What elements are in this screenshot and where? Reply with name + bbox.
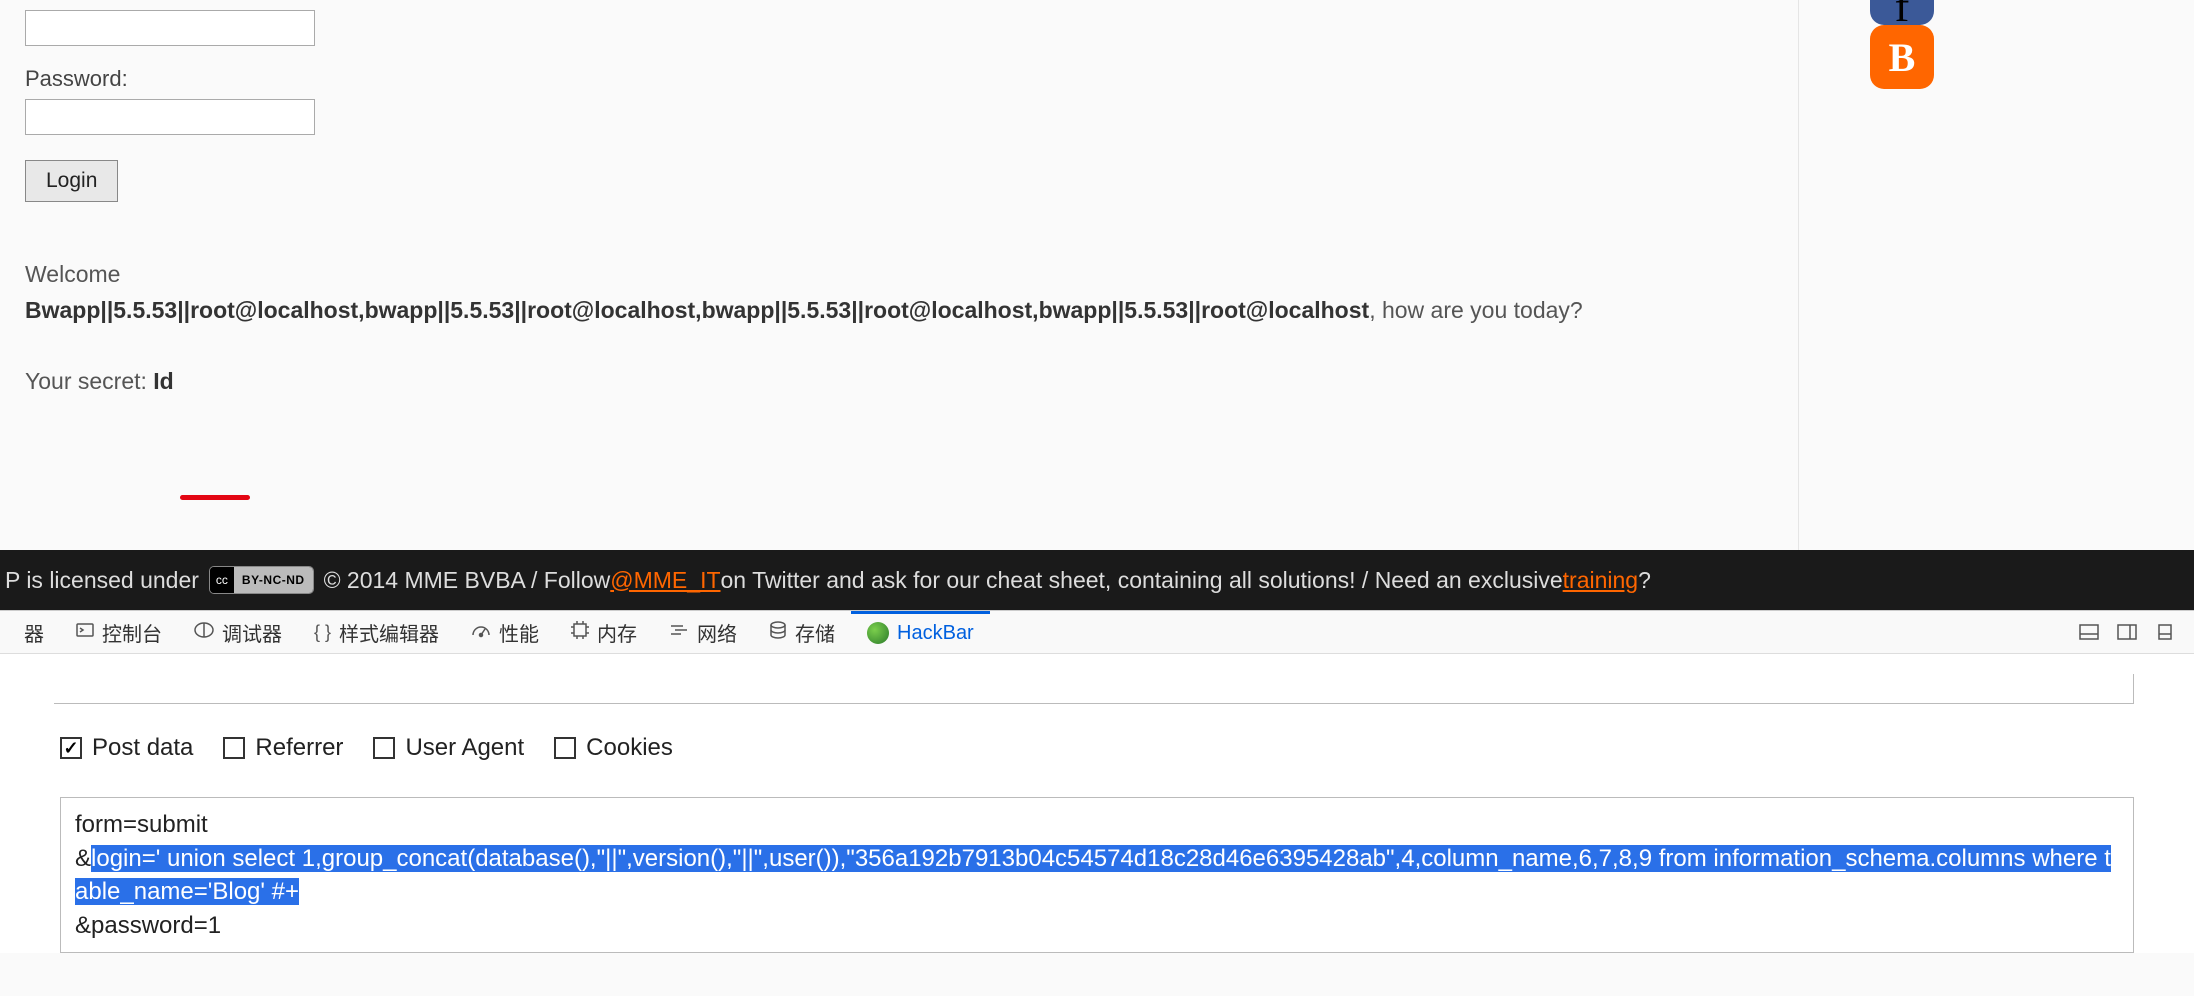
postdata-checkbox[interactable] <box>60 737 82 759</box>
dock-side-icon[interactable] <box>2116 621 2138 643</box>
tab-debugger[interactable]: 调试器 <box>178 611 298 653</box>
tab-console[interactable]: 控制台 <box>60 611 178 653</box>
cookies-option[interactable]: Cookies <box>554 734 673 762</box>
tab-hackbar[interactable]: HackBar <box>851 611 990 653</box>
tab-memory[interactable]: 内存 <box>555 611 653 653</box>
login-form: Password: Login <box>25 0 2169 202</box>
facebook-glyph: f <box>1895 0 1910 13</box>
cookies-checkbox[interactable] <box>554 737 576 759</box>
storage-label: 存储 <box>795 618 835 647</box>
storage-icon <box>769 621 787 644</box>
tab-style-editor[interactable]: { } 样式编辑器 <box>298 611 455 653</box>
devtools-right-icons <box>2078 621 2186 643</box>
main-content: Password: Login Welcome Bwapp||5.5.53||r… <box>0 0 2194 550</box>
payload-textarea[interactable]: form=submit &login=' union select 1,grou… <box>60 797 2134 953</box>
debugger-icon <box>194 622 214 643</box>
referrer-option[interactable]: Referrer <box>223 734 343 762</box>
secret-underline <box>180 495 250 500</box>
dock-small-icon[interactable] <box>2154 621 2176 643</box>
payload-line2-pre: & <box>75 845 91 872</box>
style-icon: { } <box>314 622 331 643</box>
useragent-checkbox[interactable] <box>373 737 395 759</box>
welcome-post: , how are you today? <box>1369 297 1583 323</box>
footer-text4: ? <box>1638 567 1651 594</box>
login-input[interactable] <box>25 10 315 46</box>
postdata-label: Post data <box>92 734 193 762</box>
perf-label: 性能 <box>499 618 539 647</box>
cc-badge: cc BY-NC-ND <box>209 566 314 594</box>
hackbar-url-input[interactable] <box>54 674 2134 704</box>
footer-bar: P is licensed under cc BY-NC-ND © 2014 M… <box>0 550 2194 610</box>
login-button[interactable]: Login <box>25 160 118 202</box>
footer-text2: © 2014 MME BVBA / Follow <box>324 567 611 594</box>
dock-split-icon[interactable] <box>2078 621 2100 643</box>
tab-performance[interactable]: 性能 <box>455 611 555 653</box>
secret-value: Id <box>153 368 173 394</box>
cc-right: BY-NC-ND <box>234 567 313 593</box>
secret-line: Your secret: Id <box>25 368 2169 395</box>
network-label: 网络 <box>697 618 737 647</box>
inspector-label: 器 <box>24 618 44 647</box>
training-link[interactable]: training <box>1563 567 1638 594</box>
payload-line1: form=submit <box>75 811 208 838</box>
useragent-option[interactable]: User Agent <box>373 734 524 762</box>
hackbar-label: HackBar <box>897 622 974 645</box>
network-icon <box>669 622 689 643</box>
debugger-label: 调试器 <box>222 618 282 647</box>
console-label: 控制台 <box>102 618 162 647</box>
tab-inspector-partial[interactable]: 器 <box>8 611 60 653</box>
memory-icon <box>571 621 589 644</box>
devtools-tabs: 器 控制台 调试器 { } 样式编辑器 性能 内存 网络 <box>0 610 2194 654</box>
tab-network[interactable]: 网络 <box>653 611 753 653</box>
welcome-pre: Welcome <box>25 261 120 287</box>
blogger-icon[interactable]: B <box>1870 25 1934 89</box>
payload-line2-selected: login=' union select 1,group_concat(data… <box>75 845 2111 906</box>
mme-link[interactable]: @MME_IT <box>610 567 720 594</box>
referrer-checkbox[interactable] <box>223 737 245 759</box>
footer-text1: P is licensed under <box>5 567 199 594</box>
blogger-glyph: B <box>1889 34 1916 81</box>
password-label: Password: <box>25 66 2169 92</box>
facebook-icon[interactable]: f <box>1870 0 1934 25</box>
social-sidebar: f B <box>1870 0 1934 107</box>
hackbar-icon <box>867 622 889 644</box>
payload-line3: &password=1 <box>75 912 221 939</box>
hackbar-panel: Post data Referrer User Agent Cookies fo… <box>0 654 2194 953</box>
footer-text3: on Twitter and ask for our cheat sheet, … <box>721 567 1563 594</box>
cc-left: cc <box>210 567 234 593</box>
secret-label: Your secret: <box>25 368 153 394</box>
referrer-label: Referrer <box>255 734 343 762</box>
console-icon <box>76 621 94 644</box>
vertical-separator <box>1798 0 1799 550</box>
style-label: 样式编辑器 <box>339 618 439 647</box>
perf-icon <box>471 621 491 644</box>
postdata-option[interactable]: Post data <box>60 734 193 762</box>
useragent-label: User Agent <box>405 734 524 762</box>
password-input[interactable] <box>25 99 315 135</box>
welcome-name: Bwapp||5.5.53||root@localhost,bwapp||5.5… <box>25 297 1369 323</box>
cookies-label: Cookies <box>586 734 673 762</box>
memory-label: 内存 <box>597 618 637 647</box>
welcome-message: Welcome Bwapp||5.5.53||root@localhost,bw… <box>25 257 2169 328</box>
hackbar-options: Post data Referrer User Agent Cookies <box>60 734 2134 762</box>
tab-storage[interactable]: 存储 <box>753 611 851 653</box>
